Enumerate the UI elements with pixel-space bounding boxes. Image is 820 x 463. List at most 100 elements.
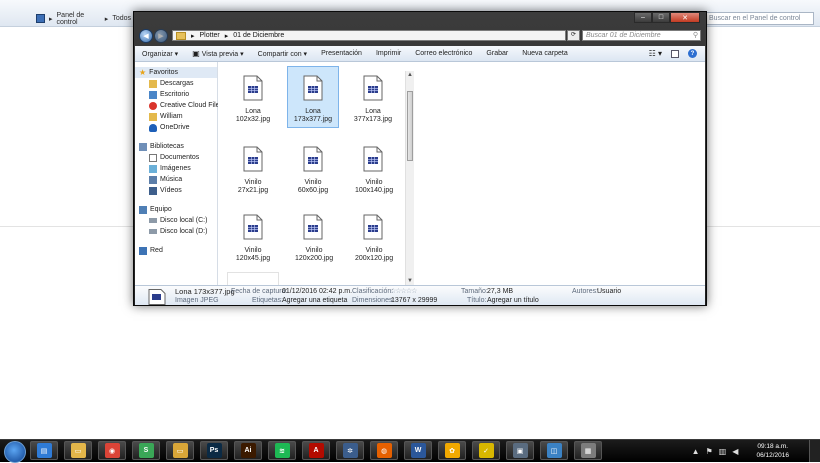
close-button[interactable]: ✕ (670, 12, 700, 23)
control-panel-icon (36, 14, 45, 23)
vertical-scrollbar[interactable]: ▲ ▼ (405, 71, 414, 285)
nav-item-music[interactable]: Música (135, 174, 217, 185)
nav-item-drive-c[interactable]: Disco local (C:) (135, 215, 217, 226)
folder-search-input[interactable]: Buscar 01 de Diciembre ⚲ (582, 30, 701, 41)
pictures-icon (149, 164, 157, 173)
explorer-window: – □ ✕ ◀ ▶ ▸ Plotter ▸ 01 de Diciembre ⟳ … (133, 11, 707, 306)
flag-icon[interactable]: ⚑ (706, 447, 713, 456)
documents-icon (149, 153, 157, 162)
nav-item-downloads[interactable]: Descargas (135, 78, 217, 89)
breadcrumb-all[interactable]: Todos (112, 15, 131, 22)
taskbar-app-task-manager[interactable]: ▤ (30, 441, 58, 460)
title-value[interactable]: Agregar un título (487, 297, 539, 304)
clock[interactable]: 09:18 a.m. 06/12/2016 (756, 442, 789, 460)
scrollbar-thumb[interactable] (407, 91, 413, 161)
burn-button[interactable]: Grabar (479, 50, 515, 57)
refresh-button[interactable]: ⟳ (567, 30, 580, 41)
taskbar-app-folder[interactable]: ▭ (166, 441, 194, 460)
tags-value[interactable]: Agregar una etiqueta (282, 297, 347, 304)
creative-cloud-icon (149, 101, 157, 110)
back-button[interactable]: ◀ (139, 29, 153, 43)
taskbar-app-remote-desktop[interactable]: ◫ (540, 441, 568, 460)
scroll-up-icon[interactable]: ▲ (407, 72, 413, 78)
nav-item-videos[interactable]: Vídeos (135, 185, 217, 196)
file-item-selected[interactable]: Lona 173x377.jpg (287, 66, 339, 128)
file-item[interactable]: Lona 102x32.jpg (227, 66, 279, 128)
desktop-icon (149, 90, 157, 99)
taskbar-app-explorer[interactable]: ▭ (64, 441, 92, 460)
taskbar-app-settings[interactable]: ✲ (336, 441, 364, 460)
file-item[interactable]: Vinilo 120x45.jpg (227, 205, 279, 267)
show-desktop-button[interactable] (809, 440, 820, 462)
image-file-icon (243, 146, 263, 172)
show-hidden-icons-icon[interactable]: ▲ (692, 447, 700, 456)
taskbar-app-spotify[interactable]: ≋ (268, 441, 296, 460)
image-file-icon (363, 214, 383, 240)
help-icon[interactable]: ? (688, 49, 697, 58)
taskbar-app-norton[interactable]: ✓ (472, 441, 500, 460)
volume-icon[interactable]: ◀ (732, 447, 738, 456)
authors-value[interactable]: Usuario (597, 288, 621, 295)
nav-item-drive-d[interactable]: Disco local (D:) (135, 226, 217, 237)
file-item-partial[interactable] (227, 272, 279, 285)
email-button[interactable]: Correo electrónico (408, 50, 479, 57)
network-icon[interactable]: ▥ (719, 447, 727, 456)
view-options-icon[interactable]: ☷ ▾ (649, 49, 662, 58)
background-search-input[interactable]: Buscar en el Panel de control (706, 12, 814, 25)
nav-item-creative-cloud[interactable]: Creative Cloud Files (135, 100, 223, 111)
forward-button[interactable]: ▶ (154, 29, 168, 43)
address-segment-folder[interactable]: 01 de Diciembre (233, 32, 284, 39)
maximize-button[interactable]: □ (652, 12, 670, 23)
word-icon: W (410, 443, 426, 458)
rating-stars[interactable]: ☆☆☆☆☆ (390, 287, 417, 295)
preview-button[interactable]: ▣ Vista previa ▾ (185, 49, 250, 58)
taskbar-app-app-green[interactable]: S (132, 441, 160, 460)
taskbar-app-acrobat[interactable]: A (302, 441, 330, 460)
taskbar-app-firefox[interactable]: ◍ (370, 441, 398, 460)
nav-network[interactable]: Red (135, 245, 217, 256)
file-item[interactable]: Vinilo 60x60.jpg (287, 137, 339, 199)
file-item[interactable]: Vinilo 27x21.jpg (227, 137, 279, 199)
new-folder-button[interactable]: Nueva carpeta (515, 50, 575, 57)
file-item[interactable]: Vinilo 200x120.jpg (347, 205, 399, 267)
dimensions-label: Dimensiones: (352, 297, 395, 304)
breadcrumb-control-panel[interactable]: Panel de control (57, 12, 101, 26)
nav-item-pictures[interactable]: Imágenes (135, 163, 217, 174)
file-item[interactable]: Vinilo 100x140.jpg (347, 137, 399, 199)
address-field[interactable]: ▸ Plotter ▸ 01 de Diciembre (172, 30, 566, 41)
print-button[interactable]: Imprimir (369, 50, 408, 57)
photoshop-icon: Ps (206, 443, 222, 458)
nav-item-documents[interactable]: Documentos (135, 152, 217, 163)
search-placeholder: Buscar 01 de Diciembre (586, 32, 661, 39)
minimize-button[interactable]: – (634, 12, 652, 23)
nav-computer[interactable]: Equipo (135, 204, 217, 215)
nav-item-onedrive[interactable]: OneDrive (135, 122, 217, 133)
taskbar-app-photoshop[interactable]: Ps (200, 441, 228, 460)
file-name: Vinilo 27x21.jpg (237, 179, 269, 194)
file-item[interactable]: Vinilo 120x200.jpg (287, 205, 339, 267)
image-file-icon (363, 146, 383, 172)
command-bar: Organizar ▾ ▣ Vista previa ▾ Compartir c… (135, 46, 705, 62)
taskbar-app-window-app[interactable]: ▣ (506, 441, 534, 460)
scroll-down-icon[interactable]: ▼ (407, 278, 413, 284)
taskbar-app-word[interactable]: W (404, 441, 432, 460)
nav-item-user[interactable]: William (135, 111, 217, 122)
taskbar-app-chrome[interactable]: ◉ (98, 441, 126, 460)
window-app-icon: ▣ (512, 443, 528, 458)
address-segment-plotter[interactable]: Plotter (200, 32, 220, 39)
star-icon: ★ (139, 68, 147, 77)
caption-buttons: – □ ✕ (634, 12, 700, 23)
slideshow-button[interactable]: Presentación (314, 50, 369, 57)
nav-favorites[interactable]: ★ Favoritos (135, 67, 217, 78)
start-button[interactable] (4, 441, 26, 463)
nav-item-desktop[interactable]: Escritorio (135, 89, 217, 100)
organize-button[interactable]: Organizar ▾ (135, 50, 185, 58)
taskbar-app-gallery[interactable]: ▦ (574, 441, 602, 460)
taskbar-app-illustrator[interactable]: Ai (234, 441, 262, 460)
preview-pane-icon[interactable] (671, 49, 679, 58)
taskbar-app-tool-yellow[interactable]: ✿ (438, 441, 466, 460)
nav-libraries[interactable]: Bibliotecas (135, 141, 217, 152)
background-breadcrumb[interactable]: ▸ Panel de control ▸ Todos (36, 12, 131, 26)
share-button[interactable]: Compartir con ▾ (251, 50, 314, 58)
file-item[interactable]: Lona 377x173.jpg (347, 66, 399, 128)
